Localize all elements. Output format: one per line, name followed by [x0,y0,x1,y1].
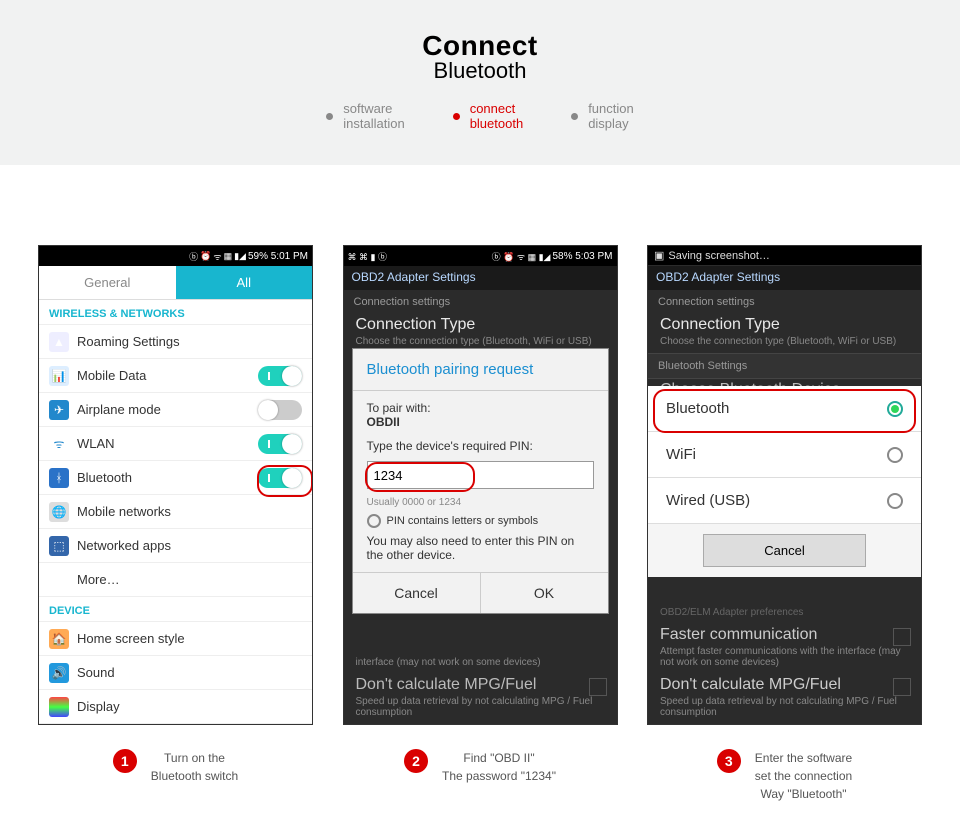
app-bar: OBD2 Adapter Settings [648,266,921,290]
option-usb[interactable]: Wired (USB) [648,478,921,524]
dot-icon [571,113,578,120]
dot-icon [453,113,460,120]
row-roaming[interactable]: ▲Roaming Settings [39,325,312,359]
display-icon [49,697,69,717]
row-airplane[interactable]: ✈Airplane mode [39,393,312,427]
caption-1: 1 Turn on theBluetooth switch [38,749,313,803]
connection-type[interactable]: Connection Type [344,314,617,336]
tab-function[interactable]: functiondisplay [571,102,634,132]
step-badge: 2 [404,749,428,773]
pair-device: OBDII [367,415,594,429]
checkbox[interactable] [589,678,607,696]
ok-button[interactable]: OK [481,573,608,613]
toggle-mobile-data[interactable] [258,366,302,386]
highlight-bluetooth-option [653,389,916,433]
saving-toast: ▣Saving screenshot… [648,246,921,265]
highlight-pin [365,462,475,492]
row-display[interactable]: Display [39,690,312,724]
home-icon: 🏠 [49,629,69,649]
step-badge: 3 [717,749,741,773]
connection-type[interactable]: Connection Type [648,314,921,336]
section-connection: Connection settings [344,290,617,314]
section-device: DEVICE [39,597,312,622]
checkbox[interactable] [893,678,911,696]
networks-icon: 🌐 [49,502,69,522]
data-icon: 📊 [49,366,69,386]
highlight-bluetooth-toggle [257,465,313,497]
screenshot-2: ⌘ ⌘ ▮ ⓑⓑ ⏰ ᯤ ▦ ▮◢58% 5:03 PM OBD2 Adapte… [343,245,618,725]
row-mobile-data[interactable]: 📊Mobile Data [39,359,312,393]
caption-3: 3 Enter the softwareset the connectionWa… [647,749,922,803]
status-bar: ⌘ ⌘ ▮ ⓑⓑ ⏰ ᯤ ▦ ▮◢58% 5:03 PM [344,246,617,266]
tab-all[interactable]: All [176,266,313,299]
tab-software[interactable]: softwareinstallation [326,102,404,132]
caption-2: 2 Find "OBD II"The password "1234" [343,749,618,803]
row-wlan[interactable]: ᯤWLAN [39,427,312,461]
toggle-wlan[interactable] [258,434,302,454]
bluetooth-icon: ᚼ [49,468,69,488]
airplane-icon: ✈ [49,400,69,420]
banner-subtitle: Bluetooth [0,58,960,84]
roaming-icon: ▲ [49,332,69,352]
banner-tabs: softwareinstallation connectbluetooth fu… [0,102,960,132]
screenshot-1: ⓑ⏰ᯤ▦▮◢59% 5:01 PM General All WIRELESS &… [38,245,313,725]
step-badge: 1 [113,749,137,773]
section-wireless: WIRELESS & NETWORKS [39,300,312,325]
sound-icon: 🔊 [49,663,69,683]
dialog-title: Bluetooth pairing request [353,349,608,391]
row-home-style[interactable]: 🏠Home screen style [39,622,312,656]
pairing-dialog: Bluetooth pairing request To pair with: … [352,348,609,614]
radio-icon [887,493,903,509]
radio-icon [887,447,903,463]
tab-connect-bluetooth[interactable]: connectbluetooth [453,102,524,132]
tab-general[interactable]: General [39,266,176,299]
wifi-icon: ᯤ [49,434,69,454]
toggle-airplane[interactable] [258,400,302,420]
radio-icon[interactable] [367,514,381,528]
row-mobile-networks[interactable]: 🌐Mobile networks [39,495,312,529]
connection-type-dialog: Bluetooth WiFi Wired (USB) Cancel [648,386,921,577]
status-bar: ⓑ⏰ᯤ▦▮◢59% 5:01 PM [39,246,312,266]
row-more[interactable]: More… [39,563,312,597]
dot-icon [326,113,333,120]
row-sound[interactable]: 🔊Sound [39,656,312,690]
app-bar: OBD2 Adapter Settings [344,266,617,290]
checkbox[interactable] [893,628,911,646]
cancel-button[interactable]: Cancel [703,534,865,567]
apps-icon: ⬚ [49,536,69,556]
banner: Connect Bluetooth softwareinstallation c… [0,0,960,165]
row-networked-apps[interactable]: ⬚Networked apps [39,529,312,563]
cancel-button[interactable]: Cancel [353,573,481,613]
settings-tabs: General All [39,266,312,300]
screenshot-3: ▣Saving screenshot… OBD2 Adapter Setting… [647,245,922,725]
option-wifi[interactable]: WiFi [648,432,921,478]
